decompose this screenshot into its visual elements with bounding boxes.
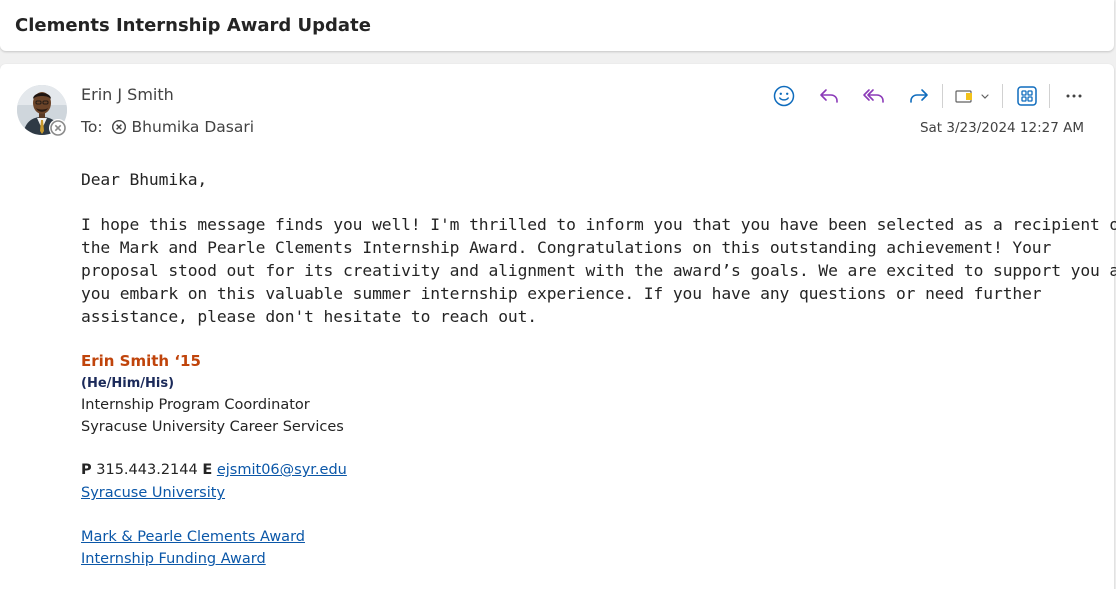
forward-button[interactable]	[905, 82, 933, 110]
forward-icon	[910, 89, 928, 103]
email-subject: Clements Internship Award Update	[15, 15, 371, 36]
signature-org: Syracuse University Career Services	[81, 419, 344, 435]
email-link[interactable]: ejsmit06@syr.edu	[217, 462, 347, 478]
presence-offline-icon	[50, 120, 66, 136]
reply-all-icon	[863, 89, 884, 103]
signature-title: Internship Program Coordinator	[81, 397, 310, 413]
body-line: proposal stood out for its creativity an…	[81, 261, 1116, 280]
email-label: E	[202, 462, 213, 478]
recipients-line: To: Bhumika Dasari	[81, 118, 254, 136]
apps-icon	[1017, 86, 1037, 106]
apps-button[interactable]	[1013, 82, 1041, 110]
toolbar-divider	[942, 84, 943, 108]
email-body-paragraph: I hope this message finds you well! I'm …	[81, 213, 1116, 328]
more-icon	[1066, 94, 1082, 98]
funding-award-link[interactable]: Internship Funding Award	[81, 551, 266, 567]
emoji-icon	[773, 85, 795, 107]
signature-contact: P 315.443.2144 E ejsmit06@syr.edu	[81, 462, 347, 478]
emoji-button[interactable]	[770, 82, 798, 110]
body-line: assistance, please don't hesitate to rea…	[81, 307, 538, 326]
signature-pronouns: (He/Him/His)	[81, 376, 175, 391]
presence-badge	[49, 119, 67, 137]
body-line: the Mark and Pearle Clements Internship …	[81, 238, 1052, 257]
recipient-name[interactable]: Bhumika Dasari	[132, 118, 255, 136]
reply-button[interactable]	[815, 82, 843, 110]
body-line: you embark on this valuable summer inter…	[81, 284, 1042, 303]
sent-date: Sat 3/23/2024 12:27 AM	[919, 120, 1084, 136]
to-label: To:	[81, 118, 103, 136]
email-reading-pane: Clements Internship Award Update Erin J …	[0, 0, 1116, 589]
toolbar-divider	[1049, 84, 1050, 108]
toolbar-divider	[1002, 84, 1003, 108]
sender-name[interactable]: Erin J Smith	[81, 85, 174, 104]
phone-label: P	[81, 462, 92, 478]
more-actions-button[interactable]	[1060, 82, 1088, 110]
body-line: I hope this message finds you well! I'm …	[81, 215, 1116, 234]
clements-award-link[interactable]: Mark & Pearle Clements Award	[81, 529, 305, 545]
email-greeting: Dear Bhumika,	[81, 170, 208, 189]
phone-number: 315.443.2144	[96, 462, 198, 478]
message-card: Erin J Smith To: Bhumika Dasari Sat 3/23…	[0, 64, 1116, 589]
university-link[interactable]: Syracuse University	[81, 485, 225, 501]
reply-icon	[820, 89, 838, 103]
tag-dropdown-button[interactable]	[950, 82, 994, 110]
recipient-status-icon	[111, 119, 127, 135]
signature-name: Erin Smith ‘15	[81, 352, 201, 370]
subject-header: Clements Internship Award Update	[0, 0, 1114, 51]
tag-icon	[955, 90, 989, 103]
reply-all-button[interactable]	[860, 82, 888, 110]
